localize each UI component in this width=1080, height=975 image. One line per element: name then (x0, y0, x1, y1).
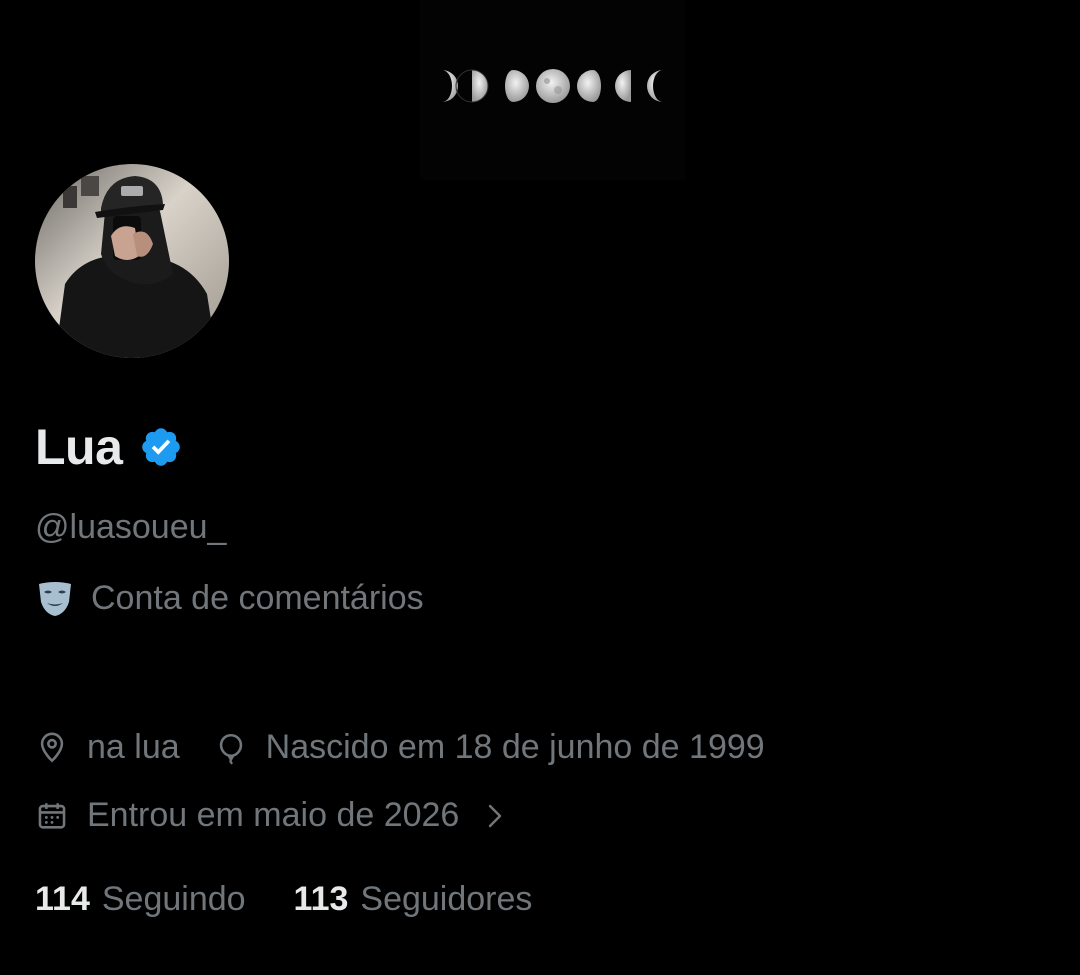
balloon-icon (219, 733, 242, 765)
following-label: Seguindo (101, 880, 246, 918)
avatar-photo (35, 164, 229, 358)
profile-avatar[interactable] (35, 164, 229, 358)
profile-birthday: Nascido em 18 de junho de 1999 (265, 728, 765, 766)
bio-text: Conta de comentários (91, 578, 424, 617)
profile-banner[interactable] (0, 0, 1080, 180)
performing-arts-mask-icon (39, 582, 71, 616)
profile-meta-row: na lua Nascido em 18 de junho de 1999 (35, 728, 765, 767)
followers-label: Seguidores (360, 880, 533, 918)
moon-phases-image (442, 69, 663, 103)
profile-name-row: Lua (35, 416, 183, 478)
chevron-right-icon (489, 804, 502, 827)
location-pin-icon (40, 732, 64, 762)
calendar-icon (38, 802, 66, 829)
profile-location: na lua (87, 728, 180, 766)
followers-link[interactable]: 113 Seguidores (294, 880, 533, 919)
profile-name: Lua (35, 419, 123, 475)
following-link[interactable]: 114 Seguindo (35, 880, 246, 919)
profile-joined-row[interactable]: Entrou em maio de 2026 (35, 796, 507, 835)
profile-joined: Entrou em maio de 2026 (87, 796, 460, 834)
profile-bio: Conta de comentários (35, 578, 424, 618)
followers-count: 113 (293, 880, 349, 918)
profile-stats: 114 Seguindo 113 Seguidores (35, 880, 532, 919)
verified-badge-icon[interactable] (139, 425, 183, 469)
profile-handle: @luasoueu_ (35, 508, 227, 546)
following-count: 114 (35, 880, 90, 918)
